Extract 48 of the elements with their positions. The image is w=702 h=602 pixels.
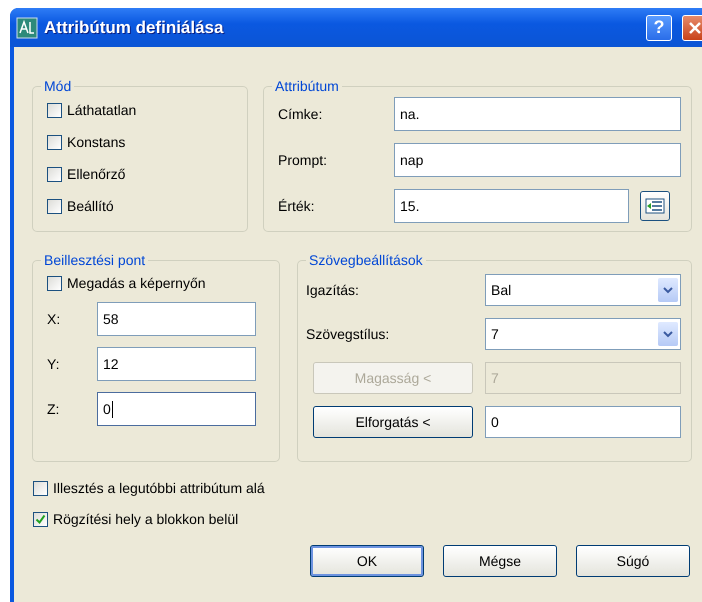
coordinate-label: Y: — [47, 356, 60, 372]
checkbox[interactable] — [47, 134, 62, 150]
checkbox-label: Beállító — [67, 198, 114, 214]
dropdown[interactable]: 7 — [485, 318, 681, 350]
checkbox-label: Illesztés a legutóbbi attribútum alá — [53, 480, 265, 496]
field-label: Szövegstílus: — [306, 326, 390, 342]
dialog-button[interactable]: OK — [310, 545, 424, 577]
input-field[interactable]: 58 — [97, 302, 256, 336]
input-field[interactable]: 0 — [97, 392, 256, 426]
group-title: Beillesztési pont — [43, 252, 146, 268]
window-title: Attribútum definiálása — [44, 18, 224, 38]
close-icon — [687, 20, 702, 36]
close-button[interactable] — [682, 14, 702, 40]
input-field[interactable]: 15. — [394, 189, 629, 223]
group-title: Attribútum — [274, 78, 340, 94]
group-title: Szövegbeállítások — [308, 252, 424, 268]
dropdown[interactable]: Bal — [485, 274, 681, 306]
chevron-down-icon — [658, 278, 678, 302]
checkbox-label: Megadás a képernyőn — [67, 275, 206, 291]
input-field[interactable]: 0 — [485, 406, 681, 438]
input-field[interactable]: 12 — [97, 347, 256, 381]
input-field[interactable]: na. — [394, 97, 681, 131]
field-label: Érték: — [278, 198, 316, 214]
chevron-down-icon — [658, 322, 678, 346]
pick-button[interactable]: Elforgatás < — [313, 406, 473, 438]
checkbox[interactable] — [33, 480, 48, 496]
field-label: Prompt: — [278, 152, 328, 168]
checkbox[interactable] — [47, 198, 62, 214]
group-title: Mód — [43, 78, 72, 94]
input-field[interactable]: nap — [394, 143, 681, 177]
list-icon-button[interactable] — [640, 191, 670, 221]
checkbox-label: Rögzítési hely a blokkon belül — [53, 511, 238, 527]
checkbox-label: Láthatatlan — [67, 102, 136, 118]
list-icon — [645, 198, 665, 214]
text-cursor — [112, 400, 113, 418]
checkbox[interactable] — [47, 276, 62, 290]
checkbox[interactable] — [47, 102, 62, 118]
checkbox-label: Konstans — [67, 134, 126, 150]
field-label: Igazítás: — [306, 282, 360, 298]
field-label: Címke: — [278, 106, 324, 122]
checkbox[interactable] — [47, 166, 62, 182]
dialog-button[interactable]: Súgó — [576, 545, 690, 577]
coordinate-label: Z: — [47, 401, 60, 417]
dialog-button[interactable]: Mégse — [443, 545, 557, 577]
app-icon — [16, 16, 38, 38]
coordinate-label: X: — [47, 311, 62, 327]
checkbox-label: Ellenőrző — [67, 166, 126, 182]
checkbox[interactable] — [33, 512, 48, 526]
